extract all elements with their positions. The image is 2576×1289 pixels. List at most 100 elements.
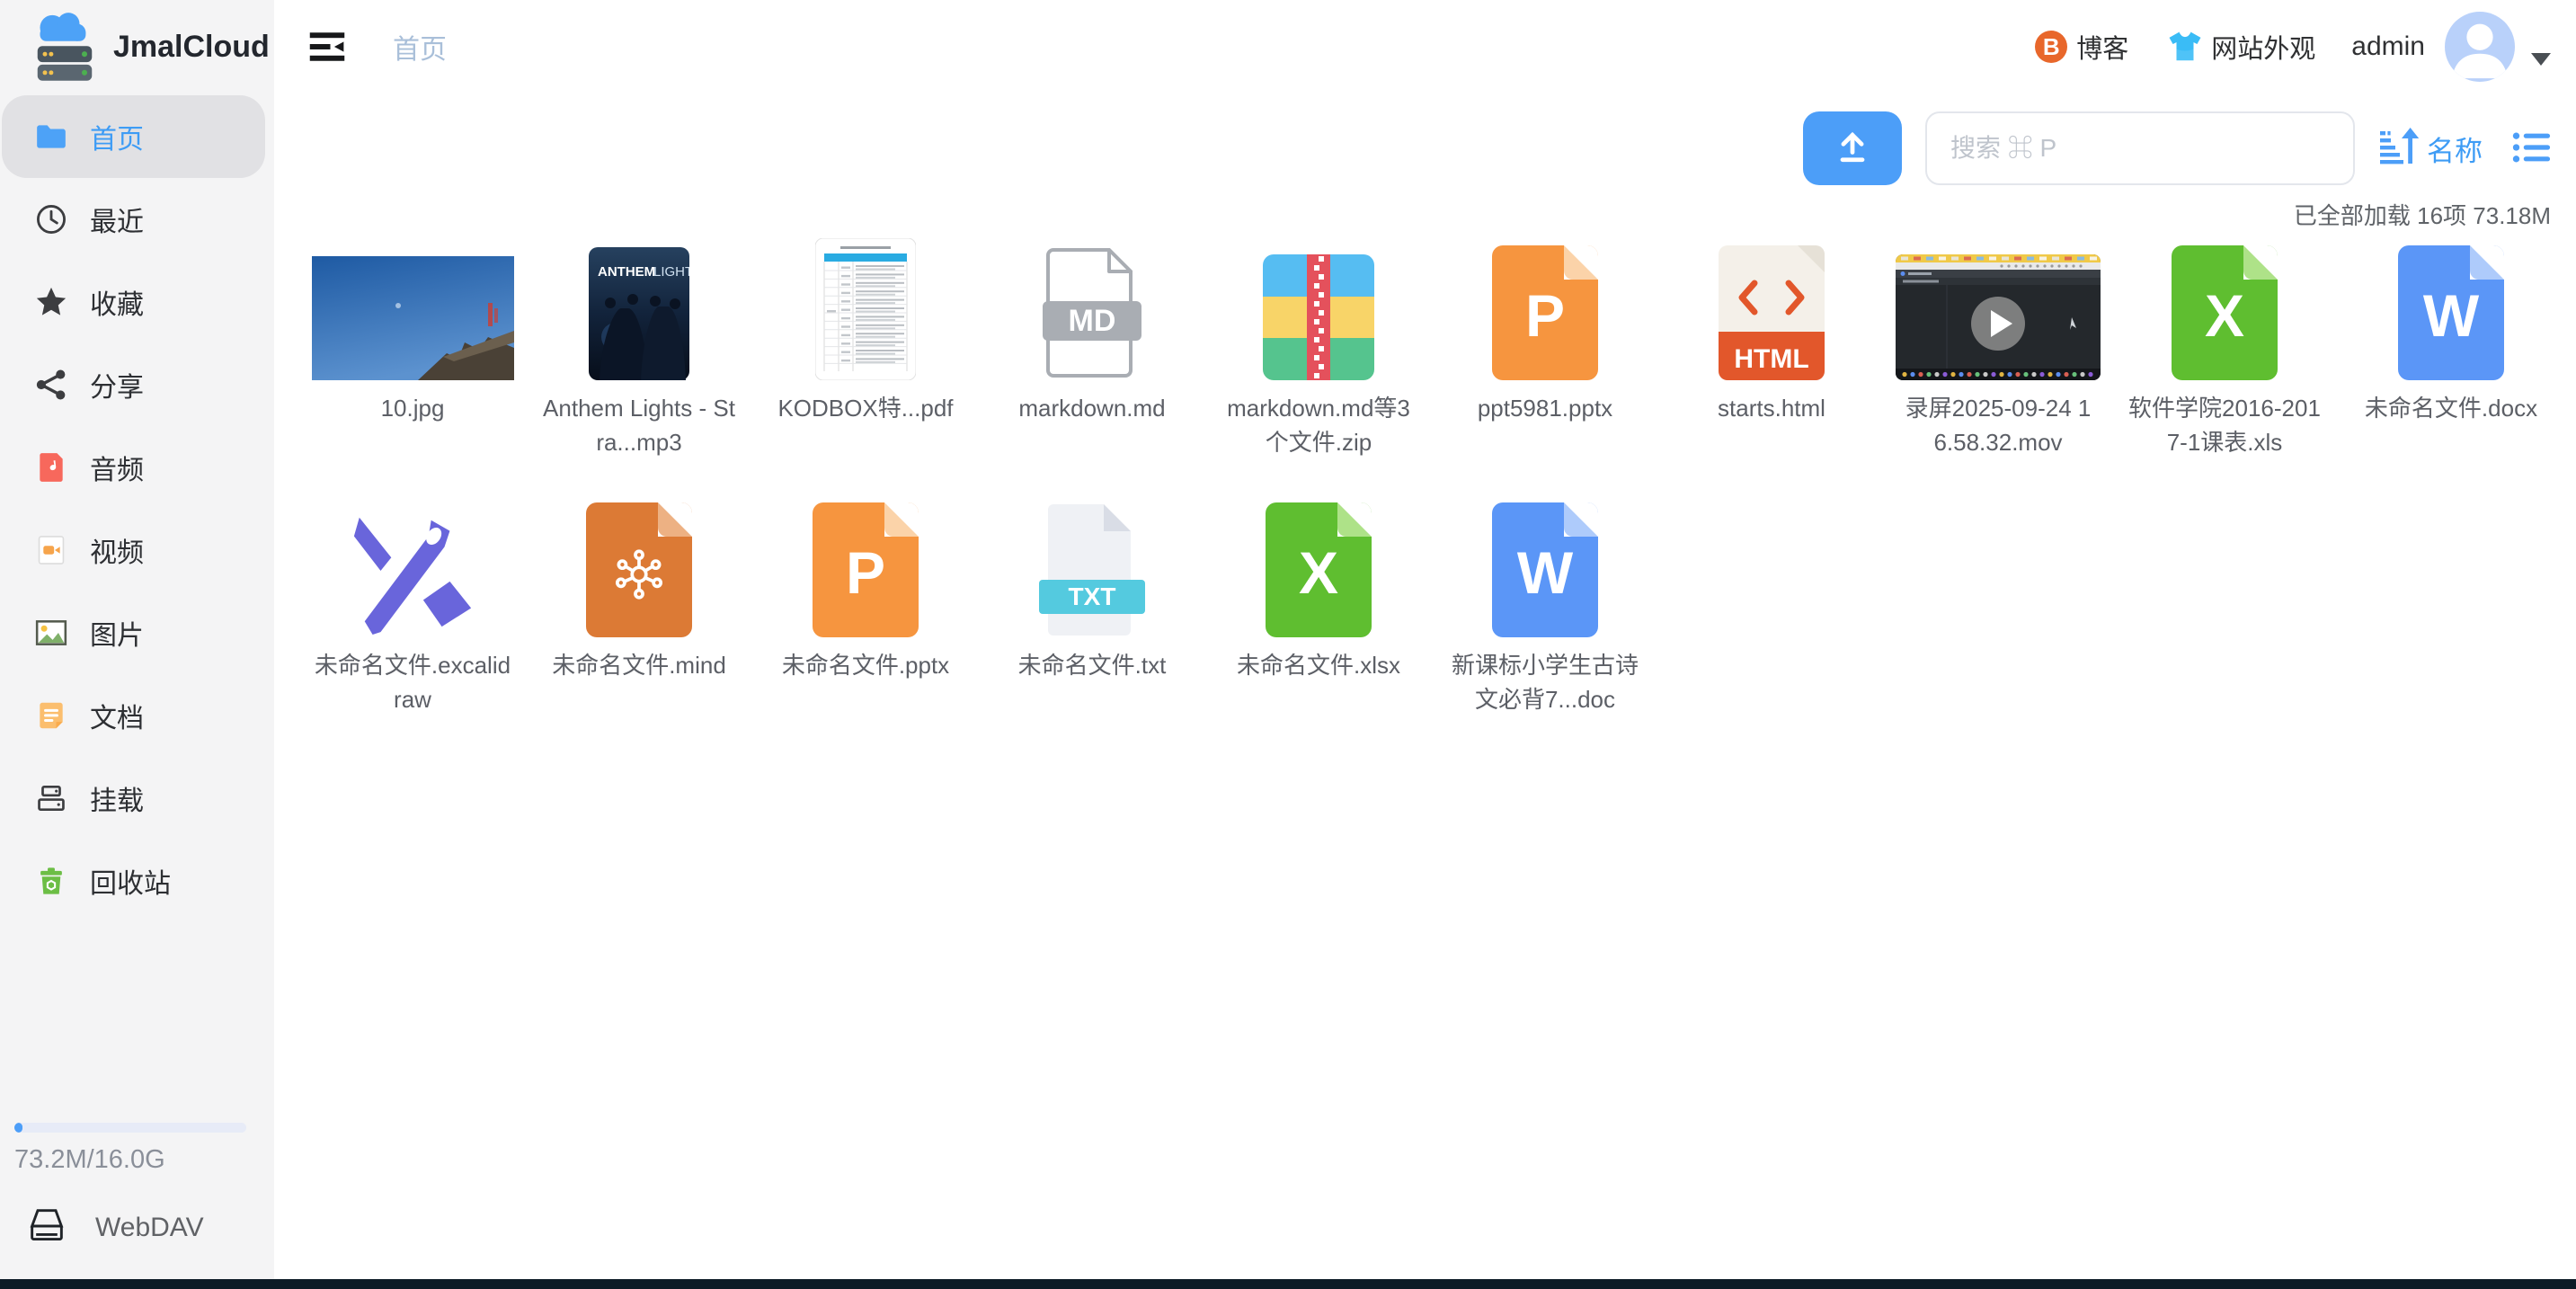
sidebar-item-audio[interactable]: 音频 [2,426,265,509]
appearance-label: 网站外观 [2211,28,2315,66]
svg-text:LIGHTS: LIGHTS [653,264,689,280]
username[interactable]: admin [2351,31,2425,62]
excalidraw-icon [299,501,526,637]
image-file-icon [34,616,68,650]
file-item[interactable]: X 未命名文件.xlsx [1205,501,1432,758]
sidebar-item-label: 回收站 [90,861,171,901]
storage-usage: 73.2M/16.0G [14,1145,256,1175]
file-name: Anthem Lights - Stra...mp3 [539,391,739,459]
topbar: 首页 B 博客 网站外观 admin [274,0,2576,93]
search-input[interactable] [1925,111,2355,185]
sidebar-item-label: 最近 [90,200,144,239]
file-name: markdown.md [1018,391,1165,425]
file-item[interactable]: 未命名文件.excalidraw [299,501,526,758]
file-name: 未命名文件.xlsx [1237,648,1400,682]
sidebar-item-home[interactable]: 首页 [2,95,265,178]
video-thumb-icon [1885,244,2111,380]
site-appearance-link[interactable]: 网站外观 [2128,28,2315,66]
file-name: 10.jpg [381,391,445,425]
mount-icon [34,781,68,815]
file-item[interactable]: MD markdown.md [979,244,1205,501]
document-file-icon [34,698,68,733]
sidebar-item-label: 音频 [90,448,144,487]
blog-label: 博客 [2076,28,2128,66]
folder-icon [34,120,68,154]
file-item[interactable]: markdown.md等3个文件.zip [1205,244,1432,501]
sort-field-label: 名称 [2427,129,2483,169]
cloud-server-logo-icon [25,9,104,84]
sidebar-item-label: 挂载 [90,778,144,818]
share-icon [34,368,68,402]
star-icon [34,285,68,319]
sidebar-item-label: 收藏 [90,282,144,322]
view-toggle-button[interactable] [2511,128,2551,170]
file-item[interactable]: TXT 未命名文件.txt [979,501,1205,758]
file-browser: 名称 已全部加载 16项 73.18M [274,93,2576,1279]
file-name: 录屏2025-09-24 16.58.32.mov [1898,391,2098,459]
svg-text:MD: MD [1069,304,1116,338]
sidebar-nav: 首页 最近 收藏 分享 音频 视频 图片 文档 挂载 回收站 [0,93,274,922]
file-name: 未命名文件.mind [552,648,726,682]
file-item[interactable]: 未命名文件.mind [526,501,752,758]
storage-progress-fill [14,1123,22,1133]
file-item[interactable]: 10.jpg [299,244,526,501]
sidebar-item-label: 首页 [90,117,144,156]
storage-section: 73.2M/16.0G [0,1123,274,1175]
file-name: 未命名文件.txt [1018,648,1167,682]
app-window: JmalCloud 首页 最近 收藏 分享 音频 视频 图片 文档 挂载 回收站… [0,0,2576,1289]
blog-link[interactable]: B 博客 [2035,28,2128,66]
zip-icon [1205,244,1432,380]
tshirt-icon [2168,31,2202,63]
file-item[interactable]: W 新课标小学生古诗文必背7...doc [1432,501,1658,758]
file-name: 未命名文件.excalidraw [313,648,512,716]
file-item[interactable]: P 未命名文件.pptx [752,501,979,758]
sidebar-item-label: 图片 [90,613,144,653]
sidebar-item-share[interactable]: 分享 [2,343,265,426]
sidebar-item-favorites[interactable]: 收藏 [2,261,265,343]
txt-icon: TXT [979,501,1205,637]
sidebar-item-images[interactable]: 图片 [2,591,265,674]
app-title: JmalCloud [113,30,270,65]
upload-icon [1833,128,1872,170]
md-icon: MD [979,244,1205,380]
upload-button[interactable] [1803,111,1902,185]
word-icon: W [2338,244,2564,380]
sidebar: JmalCloud 首页 最近 收藏 分享 音频 视频 图片 文档 挂载 回收站… [0,0,274,1279]
collapse-sidebar-icon[interactable] [308,28,346,66]
excel-icon: X [2111,244,2338,380]
album-thumb-icon: ANTHEM LIGHTS [526,244,752,380]
file-item[interactable]: P ppt5981.pptx [1432,244,1658,501]
pdf-thumb-icon [752,244,979,380]
avatar[interactable] [2445,12,2515,82]
storage-progress-bar [14,1123,246,1133]
file-item[interactable]: W 未命名文件.docx [2338,244,2564,501]
logo[interactable]: JmalCloud [0,0,274,93]
sidebar-item-documents[interactable]: 文档 [2,674,265,757]
webdav-item[interactable]: WebDAV [0,1189,274,1267]
file-item[interactable]: 录屏2025-09-24 16.58.32.mov [1885,244,2111,501]
file-item[interactable]: ANTHEM LIGHTS Anthem Lights - Stra...mp3 [526,244,752,501]
status-text: 已全部加载 16项 73.18M [274,198,2576,231]
breadcrumb[interactable]: 首页 [393,27,447,67]
file-name: starts.html [1718,391,1825,425]
svg-text:TXT: TXT [1069,582,1116,610]
svg-text:HTML: HTML [1734,344,1808,374]
caret-down-icon[interactable] [2531,53,2551,66]
sort-button[interactable]: 名称 [2378,126,2483,172]
clock-icon [34,202,68,236]
file-item[interactable]: HTML starts.html [1658,244,1885,501]
sidebar-item-recent[interactable]: 最近 [2,178,265,261]
file-name: KODBOX特...pdf [777,391,953,425]
desktop-edge [0,1279,2576,1289]
sidebar-item-label: 视频 [90,530,144,570]
file-item[interactable]: KODBOX特...pdf [752,244,979,501]
sidebar-item-label: 分享 [90,365,144,404]
audio-file-icon [34,450,68,484]
file-name: ppt5981.pptx [1478,391,1612,425]
sidebar-item-video[interactable]: 视频 [2,509,265,591]
sidebar-item-trash[interactable]: 回收站 [2,840,265,922]
word-icon: W [1432,501,1658,637]
file-item[interactable]: X 软件学院2016-2017-1课表.xls [2111,244,2338,501]
file-grid: 10.jpg ANTHEM LIGHTS Anthem Lights - Str… [274,244,2576,758]
sidebar-item-mount[interactable]: 挂载 [2,757,265,840]
